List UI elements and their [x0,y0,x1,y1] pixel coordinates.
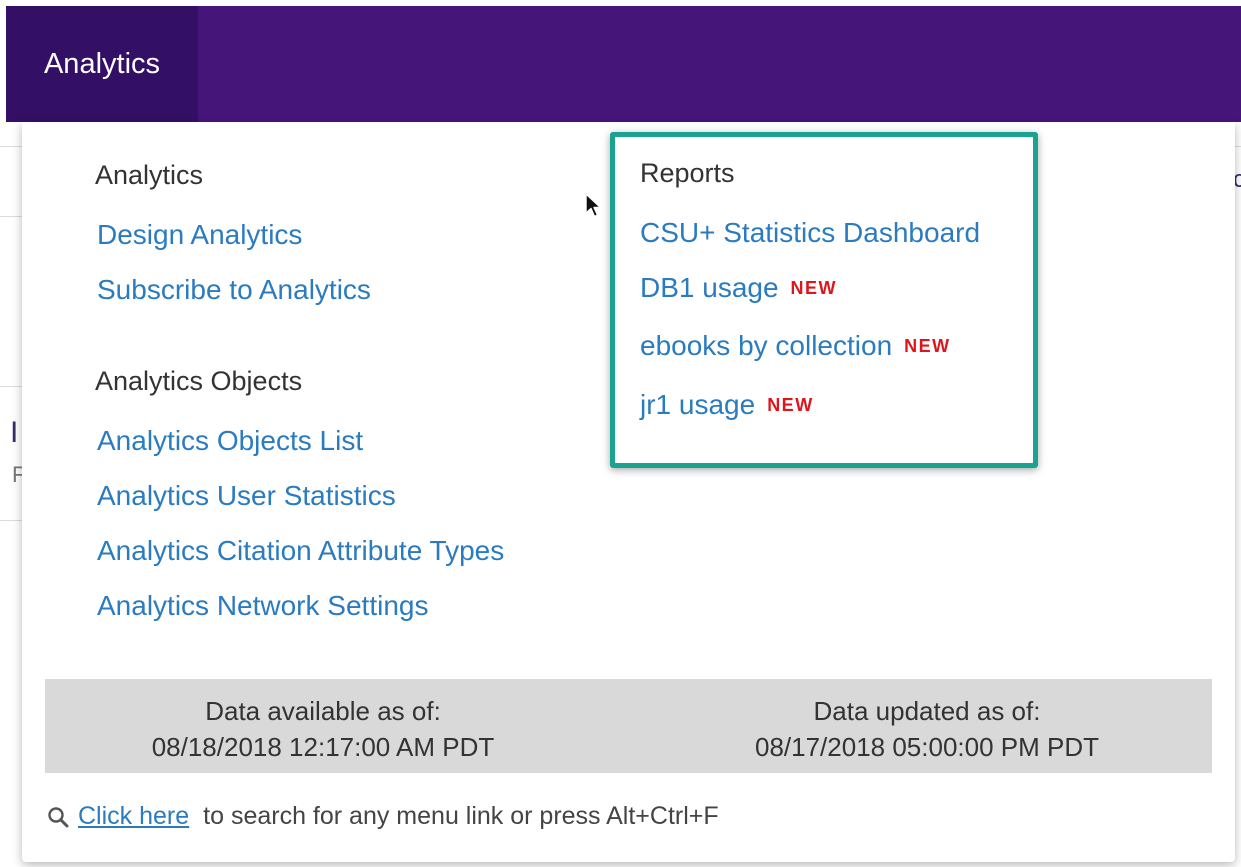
menu-link-analytics-user-statistics[interactable]: Analytics User Statistics [97,480,396,512]
menu-link-design-analytics[interactable]: Design Analytics [97,219,302,251]
menu-link-analytics-objects-list[interactable]: Analytics Objects List [97,425,363,457]
data-available-block: Data available as of: 08/18/2018 12:17:0… [123,693,523,765]
new-badge: NEW [904,336,951,356]
menu-link-csu-statistics-dashboard[interactable]: CSU+ Statistics Dashboard [640,217,980,249]
data-available-label: Data available as of: [205,696,441,726]
page: I F c Analytics Analytics Design Analyti… [0,0,1241,867]
menu-search-hint: Click here to search for any menu link o… [46,802,719,831]
reports-highlight-box: Reports CSU+ Statistics Dashboard DB1 us… [610,132,1038,468]
menu-link-db1-usage[interactable]: DB1 usage NEW [640,272,837,304]
data-available-value: 08/18/2018 12:17:00 AM PDT [151,732,495,762]
background-divider [0,386,22,387]
section-heading-analytics-objects: Analytics Objects [95,366,303,396]
analytics-dropdown-menu: Analytics Design Analytics Subscribe to … [22,122,1235,862]
background-text-fragment: I [10,416,19,449]
data-updated-block: Data updated as of: 08/17/2018 05:00:00 … [727,693,1127,765]
section-heading-analytics: Analytics [95,160,204,190]
menu-link-subscribe-to-analytics[interactable]: Subscribe to Analytics [97,274,371,306]
new-badge: NEW [790,278,838,298]
mouse-pointer-icon [585,193,603,224]
section-heading-reports: Reports [640,158,735,188]
search-menu-link[interactable]: Click here [78,802,189,831]
menu-link-label: ebooks by collection [640,330,893,361]
menu-link-analytics-network-settings[interactable]: Analytics Network Settings [97,590,428,622]
search-icon[interactable] [46,805,70,829]
search-hint-text: to search for any menu link or press Alt… [203,802,719,830]
data-status-bar: Data available as of: 08/18/2018 12:17:0… [45,679,1212,773]
nav-tab-label: Analytics [43,47,161,80]
menu-link-ebooks-by-collection[interactable]: ebooks by collection NEW [640,330,951,362]
menu-link-label: DB1 usage [640,272,779,303]
data-updated-value: 08/17/2018 05:00:00 PM PDT [754,732,1099,762]
new-badge: NEW [767,395,814,415]
menu-link-analytics-citation-attribute-types[interactable]: Analytics Citation Attribute Types [97,535,504,567]
background-divider [0,216,22,217]
menu-link-label: jr1 usage [640,389,756,420]
data-updated-label: Data updated as of: [813,696,1041,726]
menu-link-jr1-usage[interactable]: jr1 usage NEW [640,389,814,421]
top-nav-bar: Analytics [6,6,1241,122]
background-divider [0,520,22,521]
menu-link-label: CSU+ Statistics Dashboard [640,217,981,248]
nav-tab-analytics[interactable]: Analytics [6,6,198,122]
